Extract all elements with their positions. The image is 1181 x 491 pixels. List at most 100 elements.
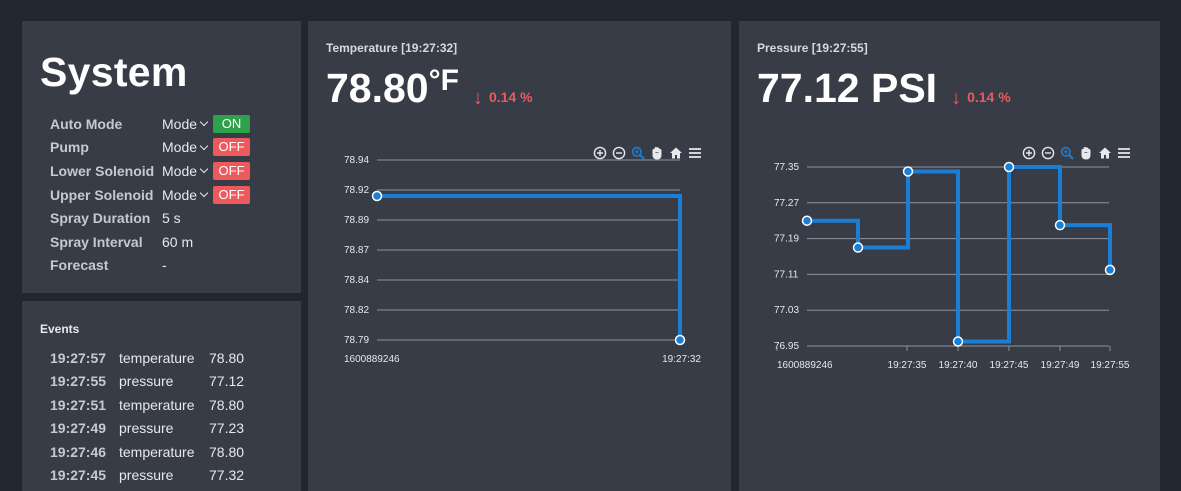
spray-duration-label: Spray Duration [50, 210, 151, 227]
series-line [807, 165, 1112, 344]
y-tick-label: 78.94 [344, 155, 369, 166]
y-tick-label: 78.92 [344, 185, 369, 196]
y-tick-label: 78.79 [344, 335, 369, 346]
pump-mode-dropdown[interactable]: Mode [162, 139, 209, 155]
event-value: 78.80 [209, 396, 245, 413]
event-name: temperature [119, 349, 195, 366]
event-time: 19:27:57 [50, 349, 107, 366]
event-time: 19:27:45 [50, 467, 107, 484]
events-panel: Events 19:27:57 temperature 78.80 19:27:55… [22, 301, 301, 491]
events-title: Events [40, 322, 80, 336]
system-title: System [40, 49, 188, 95]
upper-solenoid-toggle[interactable]: OFF [213, 185, 251, 204]
x-tick-label: 1600889246 [344, 354, 400, 365]
pressure-chart: 77.35 77.27 77.19 77.11 77.03 76.95 1600889246… [774, 161, 1130, 371]
lower-solenoid-row: Lower Solenoid Mode OFF [50, 159, 251, 183]
mode-label: Mode [162, 162, 198, 179]
event-name: pressure [119, 467, 174, 484]
event-item: 19:27:49 pressure 77.23 [50, 417, 244, 441]
chevron-down-icon [199, 188, 209, 198]
pump-toggle[interactable]: OFF [213, 138, 251, 157]
temperature-change-value: 0.14 % [488, 88, 533, 105]
spray-duration-value: 5 s [162, 210, 181, 227]
arrow-down-icon: ↓ [472, 87, 483, 109]
upper-solenoid-label: Upper Solenoid [50, 186, 154, 203]
temperature-caption: Temperature [19:27:32] [326, 41, 458, 55]
y-tick-label: 76.95 [774, 341, 799, 352]
event-item: 19:27:45 pressure 77.32 [50, 464, 244, 488]
temperature-unit: °F [428, 64, 459, 97]
y-tick-label: 77.27 [774, 198, 799, 209]
event-value: 77.23 [209, 420, 245, 437]
spray-interval-row: Spray Interval 60 m [50, 230, 250, 254]
event-item: 19:27:51 temperature 78.80 [50, 393, 244, 417]
x-tick-label: 19:27:49 [1041, 360, 1080, 371]
temperature-reading: 78.80 °F ↓ 0.14 % [326, 64, 533, 112]
upper-solenoid-row: Upper Solenoid Mode OFF [50, 183, 251, 207]
data-point[interactable] [852, 242, 864, 253]
y-tick-label: 78.87 [344, 245, 369, 256]
data-point[interactable] [902, 166, 914, 177]
event-name: temperature [119, 396, 195, 413]
x-tick-label: 19:27:45 [990, 360, 1029, 371]
x-tick-label: 19:27:32 [662, 354, 701, 365]
event-value: 78.80 [209, 443, 245, 460]
system-panel: System Auto Mode Mode ON Pump Mode OFF L… [22, 21, 301, 293]
temperature-chart: 78.94 78.92 78.89 78.87 78.84 78.82 78.79 16008… [344, 155, 701, 365]
y-tick-label: 78.89 [344, 215, 369, 226]
temperature-change: ↓ 0.14 % [472, 85, 533, 109]
pump-row: Pump Mode OFF [50, 136, 251, 160]
event-item: 19:27:46 temperature 78.80 [50, 440, 244, 464]
upper-solenoid-mode-dropdown[interactable]: Mode [162, 186, 209, 203]
mode-label: Mode [162, 186, 198, 203]
temperature-panel: Temperature [19:27:32] 78.80 °F ↓ 0.14 % 7… [308, 21, 731, 491]
data-point[interactable] [801, 215, 813, 226]
x-tick-label: 1600889246 [777, 360, 833, 371]
series-line [377, 194, 682, 340]
event-time: 19:27:49 [50, 420, 107, 437]
event-value: 77.12 [209, 373, 245, 390]
data-point[interactable] [674, 334, 686, 346]
y-tick-label: 77.03 [774, 305, 799, 316]
event-value: 77.32 [209, 467, 245, 484]
pump-label: Pump [50, 139, 89, 156]
y-tick-label: 77.11 [774, 269, 799, 280]
pressure-panel: Pressure [19:27:55] 77.12 PSI ↓ 0.14 % 77… [739, 21, 1160, 491]
auto-mode-dropdown[interactable]: Mode [162, 116, 209, 132]
forecast-label: Forecast [50, 257, 109, 274]
chevron-down-icon [199, 165, 209, 174]
x-tick-label: 19:27:55 [1091, 360, 1130, 371]
auto-mode-label: Auto Mode [50, 115, 123, 132]
pressure-reading: 77.12 PSI ↓ 0.14 % [757, 65, 1011, 112]
chevron-down-icon [199, 118, 209, 127]
spray-interval-value: 60 m [162, 233, 194, 250]
event-name: pressure [119, 373, 174, 390]
event-time: 19:27:51 [50, 396, 107, 413]
event-time: 19:27:55 [50, 373, 107, 390]
auto-mode-toggle[interactable]: ON [213, 114, 251, 133]
system-settings: Auto Mode Mode ON Pump Mode OFF Lower So… [50, 112, 251, 278]
data-point[interactable] [952, 336, 964, 347]
pressure-caption: Pressure [19:27:55] [757, 41, 868, 55]
arrow-down-icon: ↓ [951, 87, 962, 109]
data-point[interactable] [1003, 161, 1015, 173]
forecast-value: - [162, 257, 167, 274]
data-point[interactable] [371, 190, 383, 202]
data-point[interactable] [1054, 219, 1066, 231]
spray-duration-row: Spray Duration 5 s [50, 206, 250, 230]
x-tick-label: 19:27:35 [888, 360, 927, 371]
event-item: 19:27:55 pressure 77.12 [50, 370, 244, 394]
y-tick-label: 77.19 [774, 234, 799, 245]
spray-interval-label: Spray Interval [50, 233, 143, 250]
data-point[interactable] [1104, 264, 1116, 276]
lower-solenoid-mode-dropdown[interactable]: Mode [162, 162, 209, 179]
temperature-value: 78.80 [326, 65, 429, 111]
lower-solenoid-label: Lower Solenoid [50, 162, 155, 179]
lower-solenoid-toggle[interactable]: OFF [213, 161, 251, 180]
event-item: 19:27:57 temperature 78.80 [50, 346, 244, 370]
forecast-row: Forecast - [50, 254, 250, 278]
pressure-change-value: 0.14 % [967, 88, 1011, 105]
event-name: temperature [119, 443, 195, 460]
events-list: 19:27:57 temperature 78.80 19:27:55 pressur… [50, 346, 244, 487]
event-value: 78.80 [209, 349, 245, 366]
